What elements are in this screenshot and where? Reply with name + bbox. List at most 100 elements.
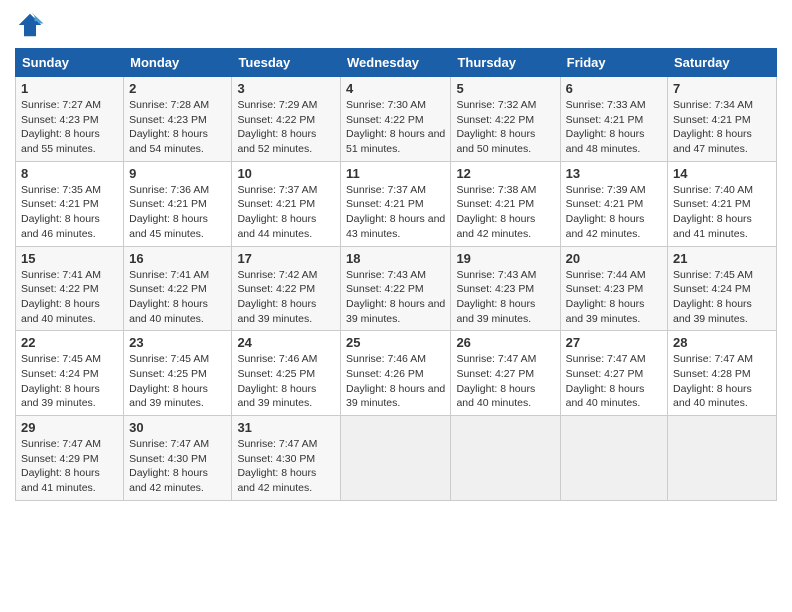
calendar-cell: 3 Sunrise: 7:29 AM Sunset: 4:22 PM Dayli…: [232, 77, 341, 162]
day-number: 31: [237, 420, 335, 435]
column-header-thursday: Thursday: [451, 49, 560, 77]
sunrise-text: Sunrise: 7:42 AM: [237, 269, 317, 281]
sunrise-text: Sunrise: 7:40 AM: [673, 184, 753, 196]
calendar-cell: 4 Sunrise: 7:30 AM Sunset: 4:22 PM Dayli…: [341, 77, 451, 162]
sunrise-text: Sunrise: 7:37 AM: [237, 184, 317, 196]
daylight-text: Daylight: 8 hours and 46 minutes.: [21, 213, 100, 240]
daylight-text: Daylight: 8 hours and 40 minutes.: [129, 298, 208, 325]
sunset-text: Sunset: 4:21 PM: [456, 198, 534, 210]
day-number: 27: [566, 335, 662, 350]
day-number: 2: [129, 81, 226, 96]
calendar-cell: 1 Sunrise: 7:27 AM Sunset: 4:23 PM Dayli…: [16, 77, 124, 162]
calendar-cell: 13 Sunrise: 7:39 AM Sunset: 4:21 PM Dayl…: [560, 161, 667, 246]
sunrise-text: Sunrise: 7:33 AM: [566, 99, 646, 111]
calendar-cell: 12 Sunrise: 7:38 AM Sunset: 4:21 PM Dayl…: [451, 161, 560, 246]
sunrise-text: Sunrise: 7:45 AM: [673, 269, 753, 281]
daylight-text: Daylight: 8 hours and 40 minutes.: [566, 383, 645, 410]
calendar-cell: 27 Sunrise: 7:47 AM Sunset: 4:27 PM Dayl…: [560, 331, 667, 416]
sunrise-text: Sunrise: 7:47 AM: [673, 353, 753, 365]
page-header: [15, 10, 777, 40]
daylight-text: Daylight: 8 hours and 42 minutes.: [456, 213, 535, 240]
sunset-text: Sunset: 4:26 PM: [346, 368, 424, 380]
calendar-cell: 22 Sunrise: 7:45 AM Sunset: 4:24 PM Dayl…: [16, 331, 124, 416]
calendar-cell: [560, 416, 667, 501]
day-number: 28: [673, 335, 771, 350]
day-number: 16: [129, 251, 226, 266]
sunset-text: Sunset: 4:25 PM: [129, 368, 207, 380]
sunset-text: Sunset: 4:21 PM: [237, 198, 315, 210]
calendar-week-row: 15 Sunrise: 7:41 AM Sunset: 4:22 PM Dayl…: [16, 246, 777, 331]
column-header-tuesday: Tuesday: [232, 49, 341, 77]
day-number: 13: [566, 166, 662, 181]
sunrise-text: Sunrise: 7:47 AM: [21, 438, 101, 450]
calendar-cell: 21 Sunrise: 7:45 AM Sunset: 4:24 PM Dayl…: [668, 246, 777, 331]
sunset-text: Sunset: 4:23 PM: [21, 114, 99, 126]
daylight-text: Daylight: 8 hours and 45 minutes.: [129, 213, 208, 240]
sunset-text: Sunset: 4:27 PM: [456, 368, 534, 380]
sunset-text: Sunset: 4:28 PM: [673, 368, 751, 380]
sunset-text: Sunset: 4:30 PM: [129, 453, 207, 465]
calendar-cell: 8 Sunrise: 7:35 AM Sunset: 4:21 PM Dayli…: [16, 161, 124, 246]
sunrise-text: Sunrise: 7:39 AM: [566, 184, 646, 196]
calendar-cell: 14 Sunrise: 7:40 AM Sunset: 4:21 PM Dayl…: [668, 161, 777, 246]
sunset-text: Sunset: 4:23 PM: [456, 283, 534, 295]
calendar-cell: 9 Sunrise: 7:36 AM Sunset: 4:21 PM Dayli…: [124, 161, 232, 246]
sunset-text: Sunset: 4:22 PM: [129, 283, 207, 295]
sunset-text: Sunset: 4:21 PM: [21, 198, 99, 210]
calendar-cell: 26 Sunrise: 7:47 AM Sunset: 4:27 PM Dayl…: [451, 331, 560, 416]
day-number: 3: [237, 81, 335, 96]
calendar-cell: 25 Sunrise: 7:46 AM Sunset: 4:26 PM Dayl…: [341, 331, 451, 416]
sunset-text: Sunset: 4:22 PM: [237, 114, 315, 126]
calendar-week-row: 1 Sunrise: 7:27 AM Sunset: 4:23 PM Dayli…: [16, 77, 777, 162]
calendar-cell: 23 Sunrise: 7:45 AM Sunset: 4:25 PM Dayl…: [124, 331, 232, 416]
daylight-text: Daylight: 8 hours and 41 minutes.: [673, 213, 752, 240]
daylight-text: Daylight: 8 hours and 39 minutes.: [129, 383, 208, 410]
sunset-text: Sunset: 4:21 PM: [346, 198, 424, 210]
calendar-cell: 31 Sunrise: 7:47 AM Sunset: 4:30 PM Dayl…: [232, 416, 341, 501]
day-number: 11: [346, 166, 445, 181]
sunrise-text: Sunrise: 7:43 AM: [456, 269, 536, 281]
calendar-cell: [451, 416, 560, 501]
column-header-sunday: Sunday: [16, 49, 124, 77]
daylight-text: Daylight: 8 hours and 39 minutes.: [21, 383, 100, 410]
sunrise-text: Sunrise: 7:45 AM: [129, 353, 209, 365]
day-number: 26: [456, 335, 554, 350]
sunrise-text: Sunrise: 7:27 AM: [21, 99, 101, 111]
sunrise-text: Sunrise: 7:46 AM: [346, 353, 426, 365]
day-number: 17: [237, 251, 335, 266]
sunset-text: Sunset: 4:22 PM: [346, 114, 424, 126]
daylight-text: Daylight: 8 hours and 47 minutes.: [673, 128, 752, 155]
sunrise-text: Sunrise: 7:47 AM: [566, 353, 646, 365]
daylight-text: Daylight: 8 hours and 51 minutes.: [346, 128, 445, 155]
calendar-cell: 2 Sunrise: 7:28 AM Sunset: 4:23 PM Dayli…: [124, 77, 232, 162]
sunrise-text: Sunrise: 7:28 AM: [129, 99, 209, 111]
sunrise-text: Sunrise: 7:38 AM: [456, 184, 536, 196]
daylight-text: Daylight: 8 hours and 52 minutes.: [237, 128, 316, 155]
day-number: 5: [456, 81, 554, 96]
daylight-text: Daylight: 8 hours and 39 minutes.: [237, 383, 316, 410]
day-number: 1: [21, 81, 118, 96]
day-number: 12: [456, 166, 554, 181]
sunset-text: Sunset: 4:23 PM: [129, 114, 207, 126]
calendar-cell: 19 Sunrise: 7:43 AM Sunset: 4:23 PM Dayl…: [451, 246, 560, 331]
sunset-text: Sunset: 4:30 PM: [237, 453, 315, 465]
sunrise-text: Sunrise: 7:45 AM: [21, 353, 101, 365]
sunset-text: Sunset: 4:22 PM: [456, 114, 534, 126]
day-number: 6: [566, 81, 662, 96]
calendar-cell: 29 Sunrise: 7:47 AM Sunset: 4:29 PM Dayl…: [16, 416, 124, 501]
daylight-text: Daylight: 8 hours and 39 minutes.: [346, 298, 445, 325]
logo-icon: [15, 10, 45, 40]
logo: [15, 10, 49, 40]
day-number: 8: [21, 166, 118, 181]
sunset-text: Sunset: 4:29 PM: [21, 453, 99, 465]
sunrise-text: Sunrise: 7:32 AM: [456, 99, 536, 111]
calendar-cell: 10 Sunrise: 7:37 AM Sunset: 4:21 PM Dayl…: [232, 161, 341, 246]
daylight-text: Daylight: 8 hours and 50 minutes.: [456, 128, 535, 155]
calendar-cell: 7 Sunrise: 7:34 AM Sunset: 4:21 PM Dayli…: [668, 77, 777, 162]
day-number: 21: [673, 251, 771, 266]
calendar-week-row: 29 Sunrise: 7:47 AM Sunset: 4:29 PM Dayl…: [16, 416, 777, 501]
calendar-header-row: SundayMondayTuesdayWednesdayThursdayFrid…: [16, 49, 777, 77]
sunset-text: Sunset: 4:22 PM: [346, 283, 424, 295]
sunset-text: Sunset: 4:24 PM: [21, 368, 99, 380]
day-number: 30: [129, 420, 226, 435]
